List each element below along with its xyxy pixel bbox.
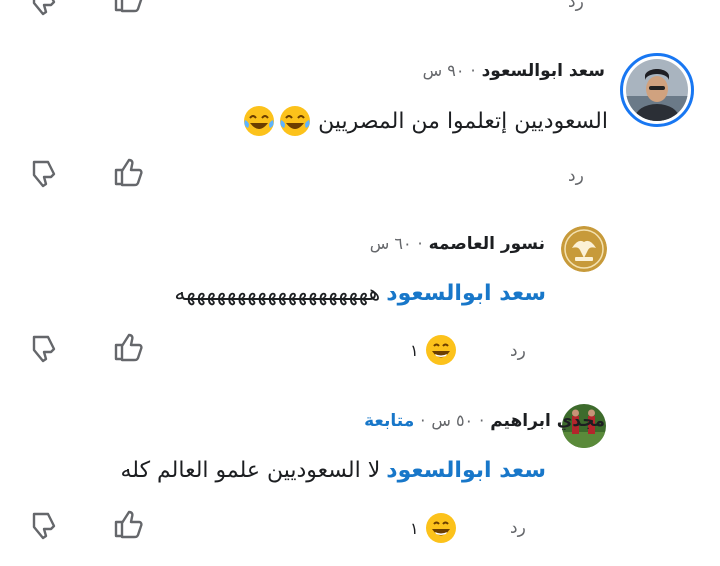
timestamp[interactable]: ٦٠ س xyxy=(370,234,412,253)
reply-link[interactable]: رد xyxy=(568,166,584,186)
comment-body: السعوديين إتعلموا من المصريين xyxy=(242,104,608,138)
like-icon[interactable] xyxy=(112,333,146,363)
author-name[interactable]: نسور العاصمه xyxy=(429,234,545,254)
separator: · xyxy=(420,411,426,430)
dislike-icon[interactable] xyxy=(28,158,62,188)
separator: · xyxy=(417,234,423,253)
author-name[interactable]: سعد ابوالسعود xyxy=(482,61,605,81)
eagle-logo xyxy=(561,226,607,272)
comment-body: سعد ابوالسعود هههههههههههههههههههه xyxy=(174,281,546,306)
reply-link[interactable]: رد xyxy=(510,341,526,361)
comment-text: لا السعوديين علمو العالم كله xyxy=(120,458,381,483)
like-icon[interactable] xyxy=(112,0,146,14)
author-name[interactable]: مجدي ابراهيم xyxy=(490,411,605,431)
dislike-icon[interactable] xyxy=(28,0,62,16)
comment-header: مجدي ابراهيم · ٥٠ س · متابعة xyxy=(364,411,605,431)
like-icon[interactable] xyxy=(112,158,146,188)
comment-header: نسور العاصمه · ٦٠ س xyxy=(370,234,545,254)
avatar[interactable] xyxy=(620,53,694,127)
timestamp[interactable]: ٩٠ س xyxy=(423,61,465,80)
tears-of-joy-emoji xyxy=(242,104,312,138)
separator: · xyxy=(470,61,476,80)
follow-button[interactable]: متابعة xyxy=(364,411,414,431)
reply-link[interactable]: رد xyxy=(510,518,526,538)
laughing-emoji-icon xyxy=(425,513,456,543)
separator: · xyxy=(479,411,485,430)
reaction-summary[interactable]: ١ xyxy=(410,334,457,366)
comment-body: سعد ابوالسعود لا السعوديين علمو العالم ك… xyxy=(121,458,547,483)
timestamp[interactable]: ٥٠ س xyxy=(431,411,473,430)
avatar-photo xyxy=(626,59,688,121)
mention-link[interactable]: سعد ابوالسعود xyxy=(386,458,546,483)
comment-text: السعوديين إتعلموا من المصريين xyxy=(318,108,608,134)
dislike-icon[interactable] xyxy=(28,333,62,363)
reaction-count: ١ xyxy=(410,340,419,360)
reaction-count: ١ xyxy=(410,518,419,538)
laughing-emoji-icon xyxy=(425,335,456,365)
dislike-icon[interactable] xyxy=(28,510,62,540)
reply-link[interactable]: رد xyxy=(568,0,584,12)
like-icon[interactable] xyxy=(112,510,146,540)
reaction-summary[interactable]: ١ xyxy=(410,512,457,544)
comment-header: سعد ابوالسعود · ٩٠ س xyxy=(423,61,605,81)
avatar[interactable] xyxy=(561,226,607,272)
comment-text: هههههههههههههههههههه xyxy=(174,281,381,306)
mention-link[interactable]: سعد ابوالسعود xyxy=(386,281,546,306)
